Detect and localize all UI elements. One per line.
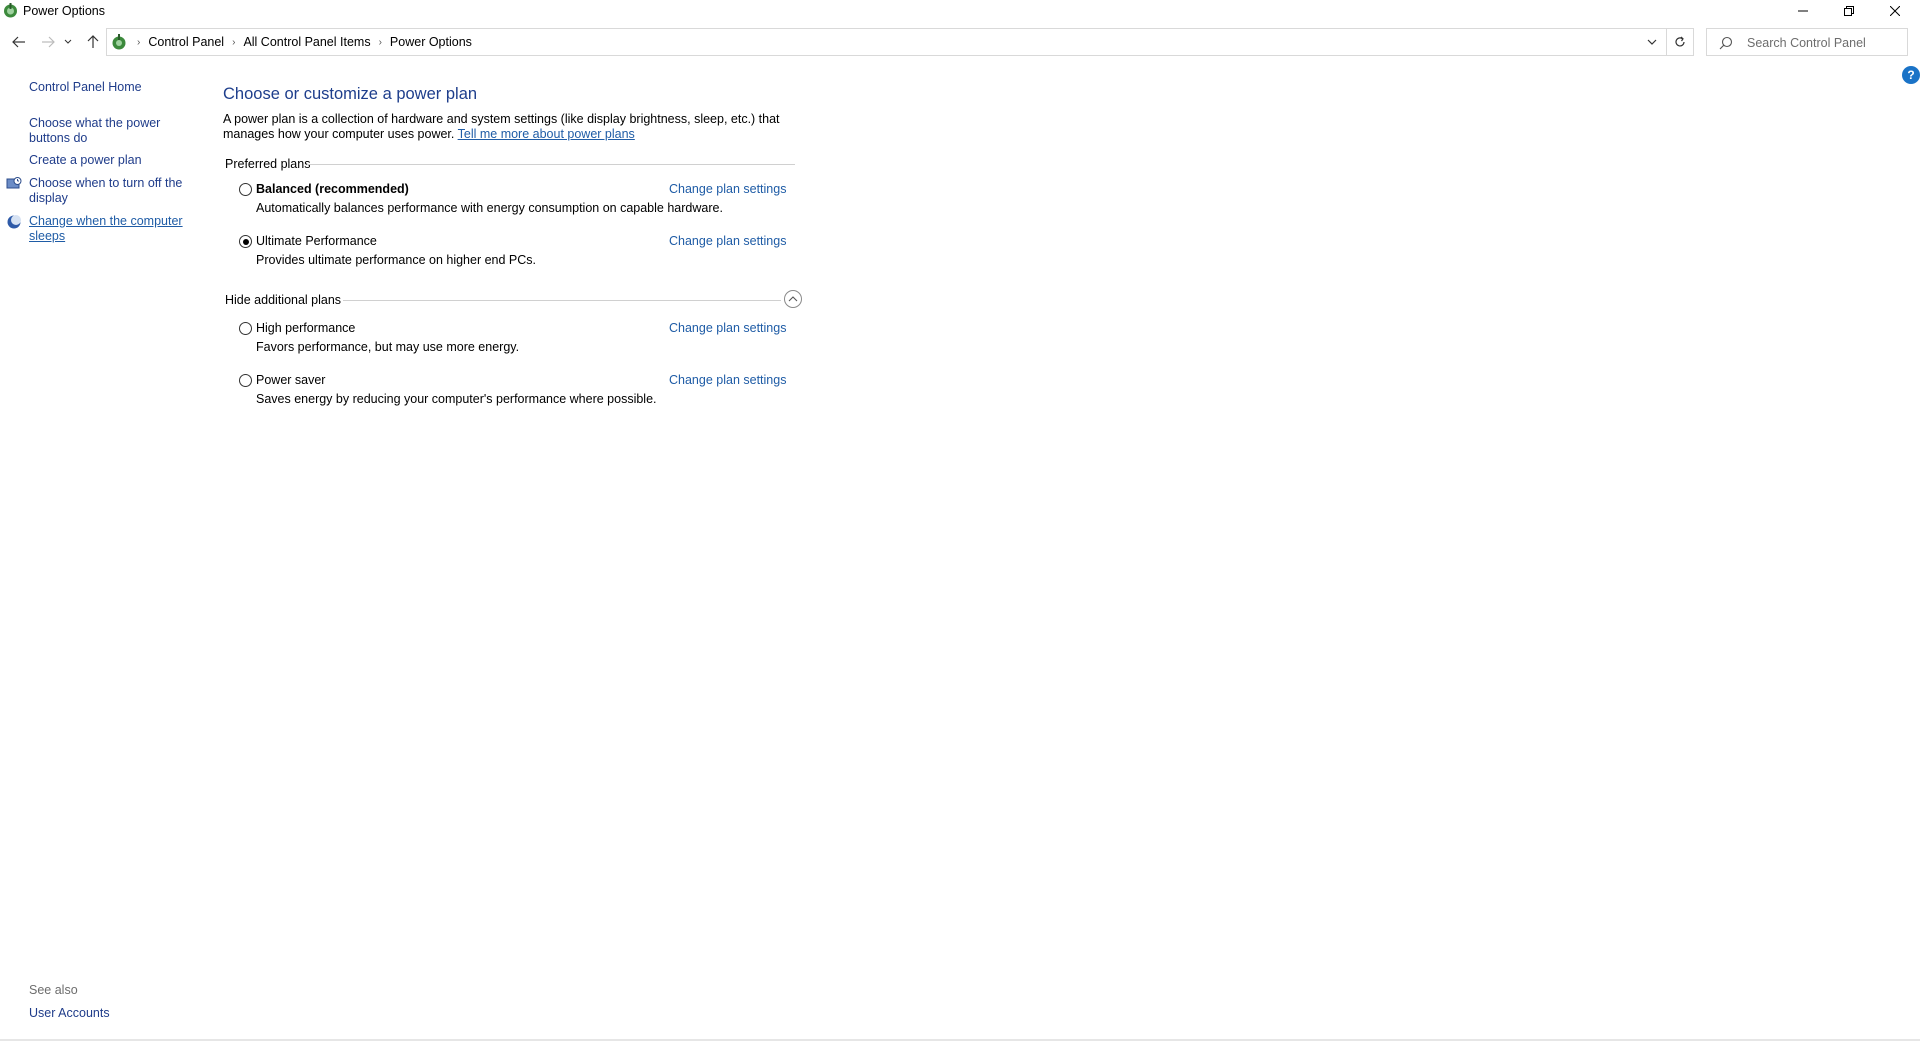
- search-icon: [1719, 36, 1733, 50]
- up-button[interactable]: [83, 32, 103, 52]
- divider: [343, 300, 781, 301]
- plan-ultimate-performance: Ultimate Performance Provides ultimate p…: [239, 234, 809, 274]
- change-plan-settings-link[interactable]: Change plan settings: [669, 373, 786, 387]
- chevron-right-icon[interactable]: ›: [379, 37, 382, 48]
- plan-name[interactable]: High performance: [256, 321, 355, 335]
- user-accounts-link[interactable]: User Accounts: [29, 1006, 110, 1020]
- intro-text: A power plan is a collection of hardware…: [223, 112, 803, 142]
- recent-locations-button[interactable]: [62, 32, 74, 52]
- chevron-up-icon: [788, 296, 798, 302]
- breadcrumb: › Control Panel › All Control Panel Item…: [131, 35, 474, 49]
- plan-description: Automatically balances performance with …: [256, 201, 723, 215]
- page-title: Choose or customize a power plan: [223, 85, 478, 103]
- restore-button[interactable]: [1826, 0, 1872, 22]
- radio-power-saver[interactable]: [239, 374, 252, 387]
- see-also-label: See also: [29, 983, 78, 997]
- plan-high-performance: High performance Favors performance, but…: [239, 321, 809, 361]
- plan-description: Provides ultimate performance on higher …: [256, 253, 537, 267]
- forward-arrow-icon: [42, 36, 55, 48]
- search-input[interactable]: [1745, 33, 1903, 53]
- radio-ultimate-performance[interactable]: [239, 235, 252, 248]
- navigation-bar: › Control Panel › All Control Panel Item…: [0, 28, 1920, 58]
- close-button[interactable]: [1872, 0, 1918, 22]
- radio-balanced[interactable]: [239, 183, 252, 196]
- preferred-plans-heading: Preferred plans: [225, 157, 311, 171]
- control-panel-home-link[interactable]: Control Panel Home: [29, 80, 189, 95]
- address-bar[interactable]: › Control Panel › All Control Panel Item…: [106, 28, 1694, 56]
- refresh-icon[interactable]: [1673, 35, 1687, 49]
- restore-icon: [1844, 6, 1854, 16]
- divider: [307, 164, 795, 165]
- change-plan-settings-link[interactable]: Change plan settings: [669, 234, 786, 248]
- sleep-moon-icon: [7, 215, 21, 229]
- breadcrumb-power-options[interactable]: Power Options: [388, 35, 474, 49]
- plan-power-saver: Power saver Saves energy by reducing you…: [239, 373, 809, 413]
- title-bar: Power Options: [0, 0, 1920, 22]
- chevron-down-icon[interactable]: [1645, 35, 1659, 49]
- minimize-icon: [1798, 10, 1808, 12]
- plan-name[interactable]: Power saver: [256, 373, 325, 387]
- plan-balanced: Balanced (recommended) Automatically bal…: [239, 182, 809, 222]
- learn-more-link[interactable]: Tell me more about power plans: [458, 127, 635, 141]
- power-buttons-link[interactable]: Choose what the power buttons do: [29, 116, 169, 146]
- create-power-plan-link[interactable]: Create a power plan: [29, 153, 189, 168]
- change-plan-settings-link[interactable]: Change plan settings: [669, 182, 786, 196]
- turn-off-display-link[interactable]: Choose when to turn off the display: [29, 176, 189, 206]
- display-settings-icon: [6, 177, 22, 189]
- up-arrow-icon: [87, 35, 99, 48]
- forward-button[interactable]: [38, 32, 58, 52]
- chevron-down-icon: [64, 39, 72, 44]
- search-box[interactable]: [1706, 28, 1908, 56]
- chevron-right-icon[interactable]: ›: [137, 37, 140, 48]
- plan-description: Favors performance, but may use more ene…: [256, 340, 520, 354]
- power-options-icon: [4, 3, 17, 18]
- window-title: Power Options: [23, 4, 105, 18]
- help-icon[interactable]: ?: [1902, 66, 1920, 84]
- breadcrumb-control-panel[interactable]: Control Panel: [146, 35, 226, 49]
- back-arrow-icon: [12, 36, 25, 48]
- back-button[interactable]: [9, 32, 29, 52]
- change-plan-settings-link[interactable]: Change plan settings: [669, 321, 786, 335]
- computer-sleeps-link[interactable]: Change when the computer sleeps: [29, 214, 189, 244]
- close-icon: [1890, 6, 1900, 16]
- minimize-button[interactable]: [1780, 0, 1826, 22]
- chevron-right-icon[interactable]: ›: [232, 37, 235, 48]
- radio-high-performance[interactable]: [239, 322, 252, 335]
- hide-additional-plans-heading[interactable]: Hide additional plans: [225, 293, 341, 307]
- divider: [1666, 29, 1667, 55]
- plan-description: Saves energy by reducing your computer's…: [256, 392, 657, 406]
- collapse-button[interactable]: [784, 290, 802, 308]
- left-pane: Control Panel Home Choose what the power…: [0, 60, 200, 1040]
- control-panel-icon: [112, 34, 126, 50]
- breadcrumb-all-control-panel-items[interactable]: All Control Panel Items: [241, 35, 372, 49]
- plan-name[interactable]: Ultimate Performance: [256, 234, 377, 248]
- plan-name[interactable]: Balanced (recommended): [256, 182, 409, 196]
